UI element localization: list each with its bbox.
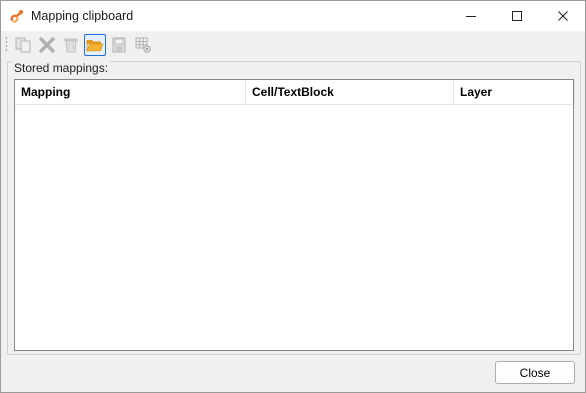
table-settings-button[interactable]	[132, 34, 154, 56]
copy-button[interactable]	[12, 34, 34, 56]
title-bar: Mapping clipboard	[1, 1, 585, 31]
minimize-button[interactable]	[449, 1, 493, 31]
toolbar	[1, 31, 585, 59]
mappings-list[interactable]: Mapping Cell/TextBlock Layer	[14, 79, 575, 351]
stored-mappings-group: Stored mappings: Mapping Cell/TextBlock …	[7, 61, 581, 355]
recycle-bin-icon	[64, 38, 78, 53]
toolbar-grip-icon[interactable]	[5, 36, 8, 54]
mapping-clipboard-window: Mapping clipboard Stored mappings: Mappi…	[0, 0, 586, 393]
save-icon	[112, 37, 126, 53]
delete-icon	[39, 37, 55, 53]
minimize-icon	[466, 16, 476, 17]
maximize-button[interactable]	[495, 1, 539, 31]
column-header-mapping[interactable]: Mapping	[15, 80, 246, 104]
open-folder-icon	[86, 40, 104, 52]
app-logo-icon	[10, 10, 23, 23]
save-button[interactable]	[108, 34, 130, 56]
column-header-cell-textblock[interactable]: Cell/TextBlock	[246, 80, 454, 104]
window-title: Mapping clipboard	[31, 9, 134, 23]
stored-mappings-label: Stored mappings:	[12, 61, 111, 75]
list-header: Mapping Cell/TextBlock Layer	[15, 80, 575, 105]
column-header-layer[interactable]: Layer	[454, 80, 575, 104]
open-folder-button[interactable]	[84, 34, 106, 56]
maximize-icon	[512, 11, 522, 21]
delete-button[interactable]	[36, 34, 58, 56]
recycle-bin-button[interactable]	[60, 34, 82, 56]
close-window-button[interactable]	[541, 1, 585, 31]
copy-icon	[15, 37, 31, 53]
close-icon	[558, 11, 568, 21]
close-button[interactable]: Close	[495, 361, 575, 384]
table-settings-icon	[135, 37, 151, 53]
